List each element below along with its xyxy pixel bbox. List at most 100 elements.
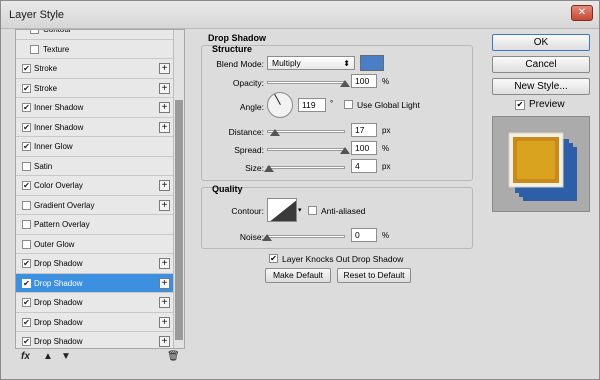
- style-item[interactable]: ✔ Color Overlay +: [16, 176, 174, 196]
- add-style-instance-icon[interactable]: +: [159, 180, 170, 191]
- style-item[interactable]: Outer Glow: [16, 234, 174, 254]
- add-style-instance-icon[interactable]: +: [159, 199, 170, 211]
- style-item[interactable]: Pattern Overlay: [16, 215, 174, 235]
- style-item[interactable]: ✔ Drop Shadow +: [16, 312, 174, 332]
- add-style-instance-icon[interactable]: +: [159, 258, 170, 269]
- cancel-button[interactable]: Cancel: [492, 56, 590, 73]
- style-item-label: Inner Shadow: [34, 122, 84, 132]
- style-item-checkbox[interactable]: ✔: [22, 259, 31, 268]
- style-item-label: Color Overlay: [34, 181, 83, 190]
- add-style-instance-icon[interactable]: +: [159, 121, 170, 133]
- scroll-thumb[interactable]: [175, 100, 183, 340]
- style-item[interactable]: ✔ Drop Shadow +: [16, 332, 174, 348]
- style-item-checkbox[interactable]: [22, 200, 31, 210]
- distance-input[interactable]: 17: [351, 123, 377, 137]
- style-item-label: Drop Shadow: [34, 337, 83, 346]
- style-item-checkbox[interactable]: ✔: [22, 181, 31, 190]
- opacity-slider-thumb[interactable]: [340, 80, 350, 87]
- distance-unit: px: [382, 126, 391, 135]
- style-item-checkbox[interactable]: ✔: [22, 278, 31, 288]
- add-style-instance-icon[interactable]: +: [159, 277, 170, 289]
- spread-slider-thumb[interactable]: [340, 147, 350, 154]
- style-item-checkbox[interactable]: ✔: [22, 103, 31, 112]
- add-style-instance-icon[interactable]: +: [159, 63, 170, 74]
- style-item[interactable]: ✔ Inner Shadow +: [16, 98, 174, 118]
- style-item[interactable]: Gradient Overlay +: [16, 195, 174, 215]
- style-item-checkbox[interactable]: ✔: [22, 142, 31, 151]
- style-item-checkbox[interactable]: [22, 161, 31, 171]
- style-item-checkbox[interactable]: [30, 30, 39, 34]
- trash-icon[interactable]: 🗑: [167, 351, 180, 362]
- blend-mode-value: Multiply: [272, 58, 301, 68]
- add-style-instance-icon[interactable]: +: [159, 102, 170, 113]
- style-item-checkbox[interactable]: [30, 44, 39, 54]
- noise-slider-thumb[interactable]: [262, 234, 272, 241]
- size-slider[interactable]: [267, 166, 345, 169]
- reset-to-default-button[interactable]: Reset to Default: [337, 268, 411, 283]
- angle-dial[interactable]: [267, 92, 293, 118]
- noise-slider[interactable]: [267, 235, 345, 238]
- style-item-checkbox[interactable]: ✔: [22, 317, 31, 327]
- blend-mode-select[interactable]: Multiply ⬍: [267, 56, 355, 70]
- style-item[interactable]: ✔ Drop Shadow +: [16, 273, 174, 293]
- anti-aliased-checkbox[interactable]: [308, 206, 317, 215]
- preview-thumbnail: [508, 132, 577, 201]
- size-label: Size:: [245, 163, 264, 173]
- fx-icon[interactable]: fx: [21, 351, 30, 362]
- size-unit: px: [382, 162, 391, 171]
- preview-checkbox[interactable]: ✔: [515, 100, 525, 110]
- move-down-icon[interactable]: ▼: [61, 351, 71, 362]
- global-light-checkbox[interactable]: [344, 100, 353, 109]
- style-item[interactable]: Contour: [16, 30, 174, 40]
- style-item-checkbox[interactable]: ✔: [22, 64, 31, 73]
- add-style-instance-icon[interactable]: +: [159, 82, 170, 94]
- contour-dropdown-icon[interactable]: ▾: [298, 206, 302, 214]
- style-item[interactable]: ✔ Drop Shadow +: [16, 254, 174, 274]
- style-item[interactable]: ✔ Stroke +: [16, 59, 174, 79]
- styles-scrollbar[interactable]: [173, 30, 184, 348]
- contour-picker[interactable]: [267, 198, 297, 222]
- drop-shadow-heading: Drop Shadow: [208, 33, 266, 43]
- size-slider-thumb[interactable]: [264, 165, 275, 172]
- make-default-button[interactable]: Make Default: [265, 268, 331, 283]
- style-item-label: Satin: [34, 161, 53, 171]
- spread-unit: %: [382, 144, 390, 153]
- opacity-slider[interactable]: [267, 81, 345, 84]
- style-item-checkbox[interactable]: ✔: [22, 298, 31, 307]
- add-style-instance-icon[interactable]: +: [159, 336, 170, 347]
- style-item[interactable]: ✔ Inner Shadow +: [16, 117, 174, 137]
- structure-section: Structure Blend Mode: Multiply ⬍ Opacity…: [201, 44, 473, 181]
- style-item-checkbox[interactable]: ✔: [22, 122, 31, 132]
- knockout-checkbox[interactable]: ✔: [269, 254, 278, 263]
- style-item[interactable]: Satin: [16, 156, 174, 176]
- style-item[interactable]: ✔ Stroke +: [16, 78, 174, 98]
- move-up-icon[interactable]: ▲: [43, 351, 53, 362]
- noise-label: Noise:: [239, 232, 264, 242]
- style-item[interactable]: Texture: [16, 39, 174, 59]
- style-item-checkbox[interactable]: ✔: [22, 337, 31, 346]
- style-item-checkbox[interactable]: [22, 220, 31, 229]
- style-item-checkbox[interactable]: ✔: [22, 83, 31, 93]
- style-preview: [492, 116, 590, 212]
- new-style-button[interactable]: New Style...: [492, 78, 590, 95]
- noise-input[interactable]: 0: [351, 228, 377, 242]
- spread-slider[interactable]: [267, 148, 345, 151]
- add-style-instance-icon[interactable]: +: [159, 297, 170, 308]
- opacity-input[interactable]: 100: [351, 74, 377, 88]
- contour-curve-icon: [270, 200, 296, 221]
- noise-unit: %: [382, 231, 390, 240]
- style-item-label: Gradient Overlay: [34, 200, 95, 210]
- close-button[interactable]: ✕: [571, 5, 593, 21]
- style-item[interactable]: ✔ Drop Shadow +: [16, 293, 174, 313]
- style-item[interactable]: ✔ Inner Glow: [16, 137, 174, 157]
- spread-label: Spread:: [234, 145, 264, 155]
- size-input[interactable]: 4: [351, 159, 377, 173]
- distance-slider-thumb[interactable]: [269, 129, 280, 136]
- ok-button[interactable]: OK: [492, 34, 590, 51]
- angle-input[interactable]: 119: [298, 98, 326, 112]
- shadow-color-swatch[interactable]: [360, 55, 384, 71]
- spread-input[interactable]: 100: [351, 141, 377, 155]
- styles-panel: Contour Texture ✔ Stroke + ✔ Stroke + ✔ Inner Sha…: [15, 29, 185, 349]
- add-style-instance-icon[interactable]: +: [159, 316, 170, 328]
- style-item-checkbox[interactable]: [22, 239, 31, 249]
